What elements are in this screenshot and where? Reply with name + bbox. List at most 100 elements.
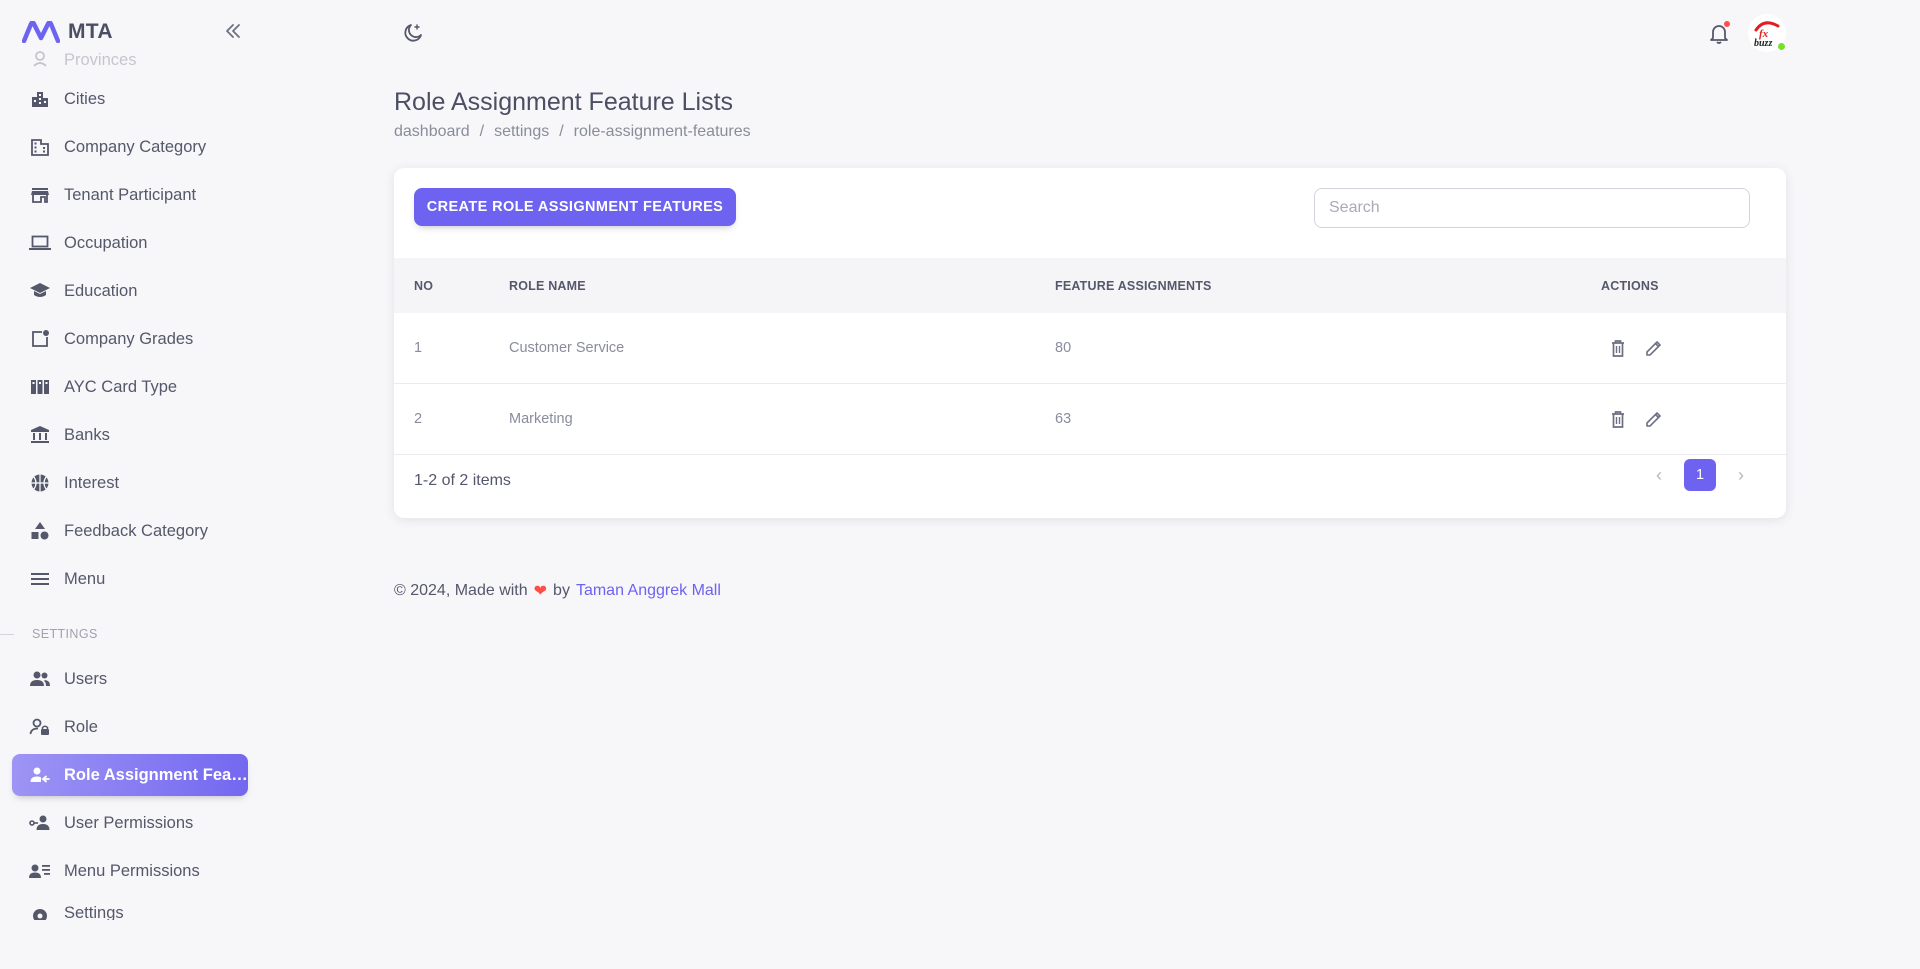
- user-lock-icon: [28, 715, 52, 739]
- store-icon: [28, 183, 52, 207]
- user-avatar-button[interactable]: fx buzz: [1748, 14, 1786, 52]
- sidebar-item-ayc-card-type[interactable]: AYC Card Type: [12, 366, 248, 408]
- sidebar-item-education[interactable]: Education: [12, 270, 248, 312]
- delete-icon[interactable]: [1607, 337, 1629, 359]
- shapes-icon: [28, 519, 52, 543]
- edit-icon[interactable]: [1643, 337, 1665, 359]
- section-header-settings: SETTINGS: [0, 616, 248, 652]
- cell-no: 2: [414, 411, 423, 427]
- edit-icon[interactable]: [1643, 408, 1665, 430]
- table-row: 1 Customer Service 80: [394, 313, 1786, 384]
- page-footer: © 2024, Made with ❤ by Taman Anggrek Mal…: [394, 581, 721, 601]
- sidebar-item-cities[interactable]: Cities: [12, 78, 248, 120]
- column-header-feature-assignments[interactable]: FEATURE ASSIGNMENTS: [1055, 258, 1212, 313]
- sidebar-item-role[interactable]: Role: [12, 706, 248, 748]
- card-columns-icon: [28, 375, 52, 399]
- sidebar-item-provinces[interactable]: Provinces: [12, 46, 248, 70]
- footer-text: © 2024, Made with: [394, 582, 528, 599]
- sidebar-item-label: Education: [64, 281, 138, 300]
- theme-toggle-button[interactable]: [400, 20, 426, 46]
- cell-feature-assignments: 80: [1055, 340, 1072, 356]
- cell-no: 1: [414, 340, 423, 356]
- sidebar-item-role-assignment-features[interactable]: Role Assignment Features: [12, 754, 248, 796]
- breadcrumb-settings[interactable]: settings: [494, 123, 549, 141]
- collapse-sidebar-button[interactable]: [220, 18, 246, 44]
- gear-icon: [28, 904, 52, 920]
- sidebar-item-user-permissions[interactable]: User Permissions: [12, 802, 248, 844]
- column-header-actions: ACTIONS: [1601, 278, 1659, 293]
- sidebar-item-label: Provinces: [64, 51, 137, 69]
- sidebar: MTA Provinces Cities Company Category Te…: [0, 0, 260, 969]
- building-icon: [28, 135, 52, 159]
- cell-actions: [1607, 313, 1679, 383]
- notifications-button[interactable]: [1706, 20, 1732, 46]
- chevron-left-icon[interactable]: ‹: [1644, 460, 1674, 490]
- footer-link[interactable]: Taman Anggrek Mall: [576, 582, 721, 600]
- heart-icon: ❤: [533, 583, 548, 600]
- menu-icon: [28, 567, 52, 591]
- brand-name: MTA: [68, 20, 113, 43]
- sidebar-item-banks[interactable]: Banks: [12, 414, 248, 456]
- sidebar-item-label: Settings: [64, 904, 124, 920]
- sidebar-item-menu-permissions[interactable]: Menu Permissions: [12, 850, 248, 892]
- basketball-icon: [28, 471, 52, 495]
- sidebar-item-label: User Permissions: [64, 813, 194, 832]
- sidebar-nav: Provinces Cities Company Category Tenant…: [0, 46, 248, 926]
- breadcrumb-current: role-assignment-features: [573, 123, 751, 140]
- sidebar-item-label: Company Grades: [64, 329, 194, 348]
- sidebar-item-label: Users: [64, 669, 108, 688]
- sidebar-item-menu[interactable]: Menu: [12, 558, 248, 600]
- role-assignment-card: CREATE ROLE ASSIGNMENT FEATURES NO ROLE …: [394, 168, 1786, 518]
- cell-role-name: Marketing: [509, 411, 573, 427]
- table-header: NO ROLE NAME FEATURE ASSIGNMENTS ACTIONS: [394, 258, 1786, 313]
- user-key-icon: [28, 811, 52, 835]
- cell-feature-assignments: 63: [1055, 411, 1072, 427]
- delete-icon[interactable]: [1607, 408, 1629, 430]
- pagination: ‹ 1 ›: [1644, 459, 1756, 491]
- table-row: 2 Marketing 63: [394, 384, 1786, 455]
- sidebar-item-label: AYC Card Type: [64, 377, 178, 396]
- user-assign-icon: [28, 763, 52, 787]
- city-icon: [28, 87, 52, 111]
- sidebar-item-label: Occupation: [64, 233, 148, 252]
- brand[interactable]: MTA: [22, 16, 252, 48]
- column-header-role-name[interactable]: ROLE NAME: [509, 258, 586, 313]
- sidebar-item-label: Tenant Participant: [64, 185, 197, 204]
- breadcrumb-separator: /: [559, 123, 564, 140]
- sidebar-item-interest[interactable]: Interest: [12, 462, 248, 504]
- sidebar-item-company-grades[interactable]: Company Grades: [12, 318, 248, 360]
- column-header-no[interactable]: NO: [414, 258, 433, 313]
- sidebar-item-label: Role Assignment Features: [64, 765, 248, 784]
- chevron-double-left-icon: [226, 24, 240, 38]
- chevron-right-icon[interactable]: ›: [1726, 460, 1756, 490]
- users-icon: [28, 667, 52, 691]
- avatar-logo-line2: buzz: [1754, 38, 1772, 49]
- notification-badge: [1723, 20, 1731, 28]
- page-title: Role Assignment Feature Lists: [394, 88, 734, 116]
- sidebar-item-label: Banks: [64, 425, 110, 444]
- sidebar-item-feedback-category[interactable]: Feedback Category: [12, 510, 248, 552]
- create-role-assignment-button[interactable]: CREATE ROLE ASSIGNMENT FEATURES: [414, 188, 736, 226]
- note-add-icon: [28, 327, 52, 351]
- cell-actions: [1607, 384, 1679, 454]
- sidebar-item-users[interactable]: Users: [12, 658, 248, 700]
- sidebar-item-company-category[interactable]: Company Category: [12, 126, 248, 168]
- sidebar-item-label: Interest: [64, 473, 120, 492]
- school-icon: [28, 279, 52, 303]
- breadcrumb-separator: /: [479, 123, 485, 140]
- user-list-icon: [28, 859, 52, 883]
- sidebar-item-occupation[interactable]: Occupation: [12, 222, 248, 264]
- sidebar-item-tenant-participant[interactable]: Tenant Participant: [12, 174, 248, 216]
- pagination-summary: 1-2 of 2 items: [414, 472, 511, 489]
- sidebar-item-label: Company Category: [64, 137, 207, 156]
- sidebar-item-settings[interactable]: Settings: [12, 898, 248, 920]
- brand-logo-icon: [22, 20, 60, 44]
- page-number-button[interactable]: 1: [1684, 459, 1716, 491]
- sidebar-item-label: Menu Permissions: [64, 861, 200, 880]
- search-input[interactable]: [1314, 188, 1750, 228]
- breadcrumb: dashboard / settings / role-assignment-f…: [394, 123, 751, 141]
- sidebar-item-label: Menu: [64, 569, 106, 588]
- laptop-icon: [28, 231, 52, 255]
- bank-icon: [28, 423, 52, 447]
- breadcrumb-dashboard[interactable]: dashboard: [394, 123, 470, 141]
